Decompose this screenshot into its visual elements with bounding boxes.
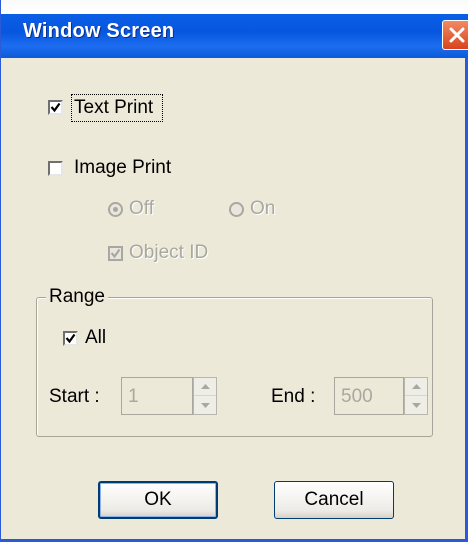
object-id-checkbox[interactable]	[108, 246, 123, 261]
range-group-label: Range	[46, 286, 108, 308]
end-input[interactable]: 500	[334, 377, 404, 415]
start-up-button[interactable]	[194, 378, 216, 396]
close-icon	[449, 27, 465, 43]
off-label[interactable]: Off	[129, 198, 154, 220]
checkmark-icon	[50, 102, 61, 113]
range-group	[36, 297, 433, 437]
text-print-checkbox[interactable]	[48, 100, 63, 115]
arrow-up-icon	[411, 384, 421, 389]
all-label[interactable]: All	[85, 327, 106, 349]
start-label: Start :	[49, 386, 100, 407]
radio-dot-icon	[113, 207, 118, 212]
start-input[interactable]: 1	[121, 377, 193, 415]
end-label: End :	[271, 386, 316, 407]
close-button[interactable]	[442, 20, 468, 50]
print-dialog: Window Screen Text Print Image Print Off…	[0, 0, 468, 542]
end-spinner[interactable]	[404, 377, 428, 415]
window-title: Window Screen	[23, 20, 175, 42]
arrow-up-icon	[200, 384, 210, 389]
title-bar[interactable]: Window Screen	[1, 0, 468, 58]
arrow-down-icon	[411, 402, 421, 408]
on-radio[interactable]	[229, 202, 244, 217]
start-spinner[interactable]	[193, 377, 217, 415]
end-down-button[interactable]	[405, 396, 427, 414]
off-radio[interactable]	[108, 202, 123, 217]
on-label[interactable]: On	[250, 198, 275, 220]
image-print-checkbox[interactable]	[48, 161, 63, 176]
end-up-button[interactable]	[405, 378, 427, 396]
checkmark-icon	[65, 333, 76, 344]
arrow-down-icon	[200, 402, 210, 408]
image-print-label[interactable]: Image Print	[74, 157, 171, 179]
cancel-button[interactable]: Cancel	[274, 481, 394, 519]
object-id-label[interactable]: Object ID	[129, 242, 208, 264]
ok-button[interactable]: OK	[98, 481, 218, 519]
start-down-button[interactable]	[194, 396, 216, 414]
text-print-label[interactable]: Text Print	[74, 97, 153, 119]
checkmark-icon	[110, 248, 121, 259]
all-checkbox[interactable]	[63, 331, 78, 346]
